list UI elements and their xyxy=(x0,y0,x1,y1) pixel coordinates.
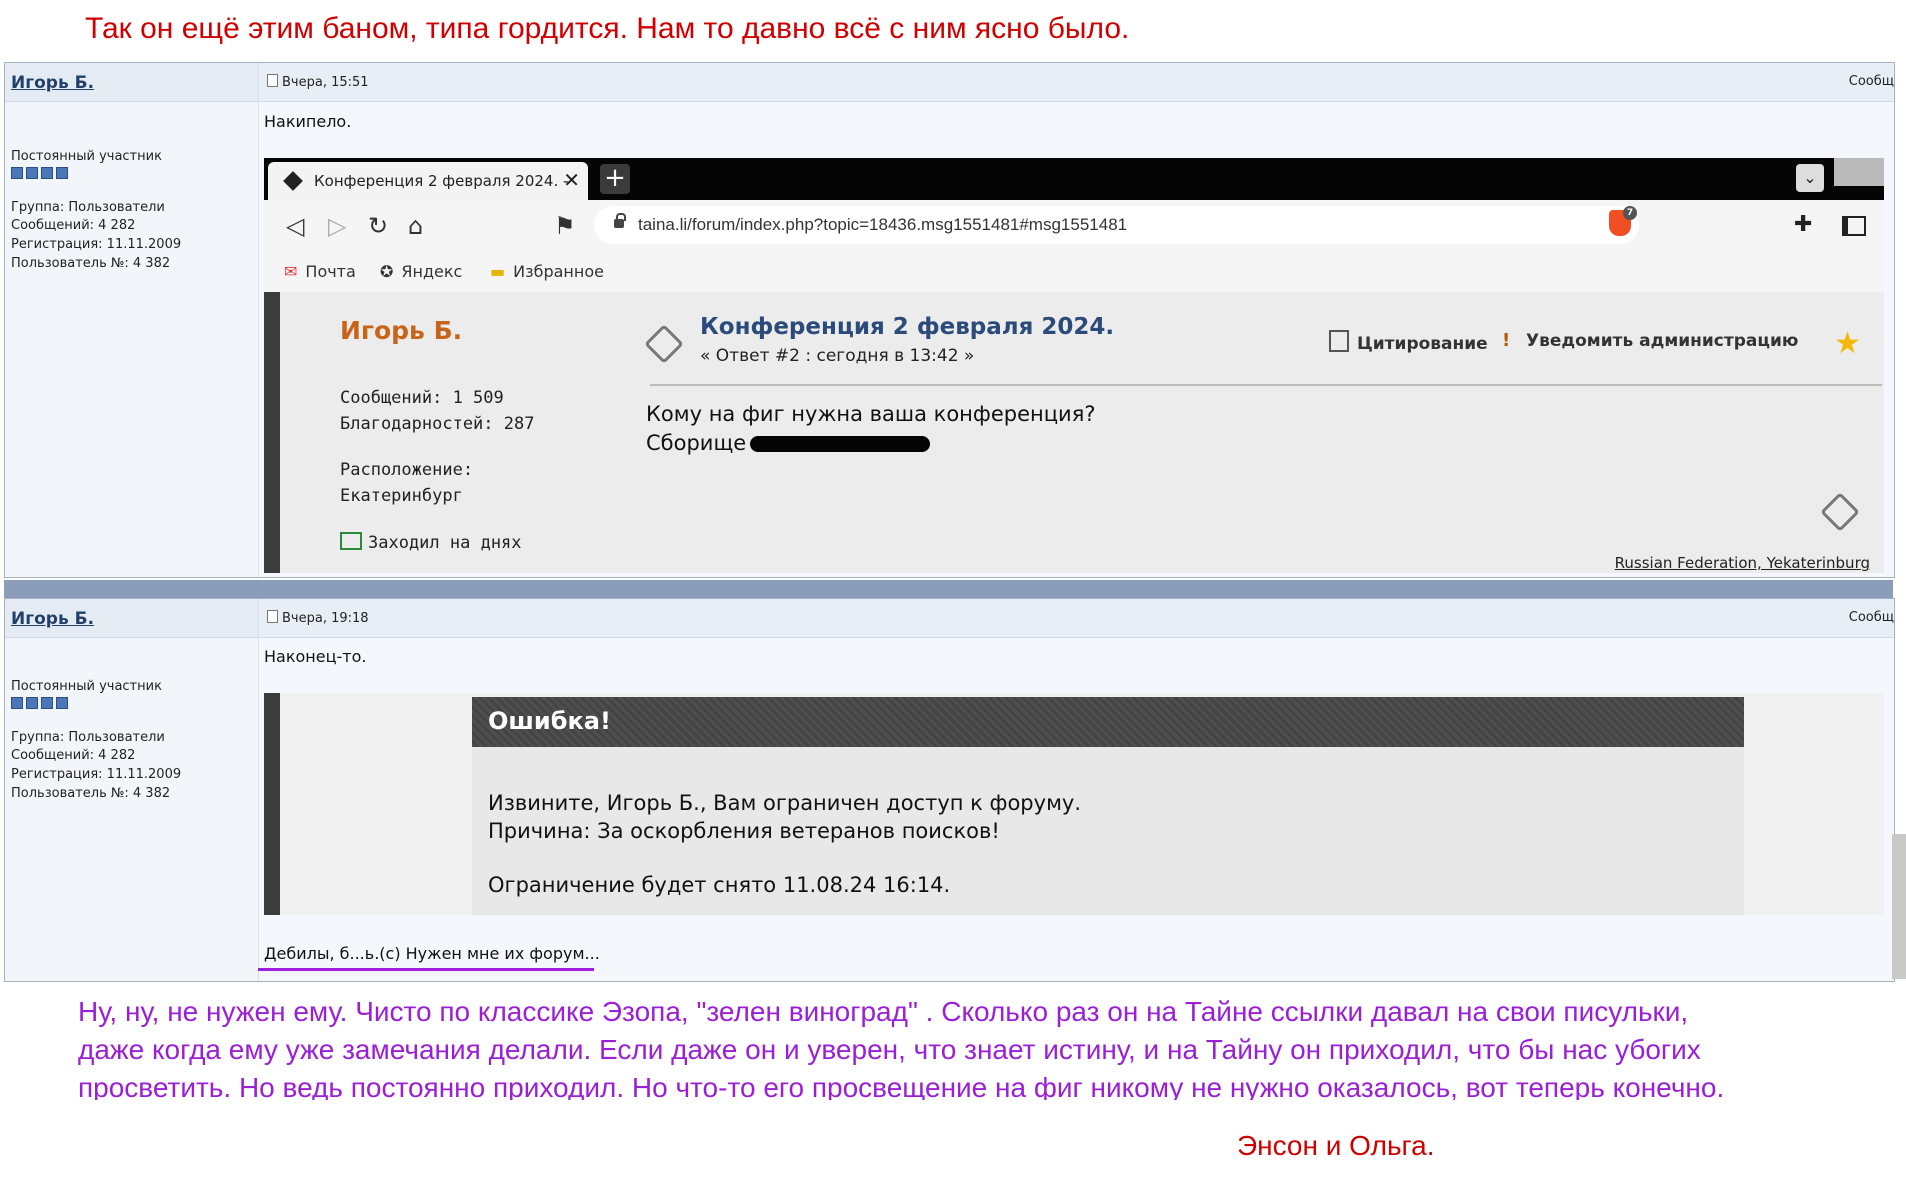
username-link[interactable]: Игорь Б. xyxy=(11,73,94,93)
close-tab-icon[interactable]: ✕ xyxy=(563,168,580,192)
post-text: Накипело. xyxy=(264,112,352,131)
window-controls[interactable] xyxy=(1834,158,1884,186)
forward-icon[interactable]: ▷ xyxy=(328,212,346,240)
user-panel: Игорь Б. Постоянный участник Группа: Пол… xyxy=(5,599,259,981)
topic-title[interactable]: Конференция 2 февраля 2024. xyxy=(700,314,1114,340)
star-icon[interactable]: ★ xyxy=(1834,326,1861,361)
bookmark-label: Почта xyxy=(305,262,356,281)
error-expiry: Ограничение будет снято 11.08.24 16:14. xyxy=(488,873,951,897)
user-rank: Постоянный участник xyxy=(11,149,162,164)
sidebar-panel-icon[interactable] xyxy=(1842,216,1866,236)
rank-pips xyxy=(11,697,68,709)
user-rank: Постоянный участник xyxy=(11,679,162,694)
post-date: Вчера, 15:51 xyxy=(267,74,369,90)
lock-icon xyxy=(614,213,626,228)
browser-toolbar: ◁ ▷ ↻ ⌂ ⚑ taina.li/forum/index.php?topic… xyxy=(264,200,1884,252)
shield-badge: 7 xyxy=(1623,206,1637,220)
bookmark-label: Яндекс xyxy=(401,262,463,281)
page-edge-bar xyxy=(264,693,280,915)
rank-pips xyxy=(11,167,68,179)
user-group: Группа: Пользователи xyxy=(11,730,165,745)
comment-line-1: Ну, ну, не нужен ему. Чисто по классике … xyxy=(78,996,1689,1027)
mail-icon: ✉ xyxy=(284,262,298,281)
user-registered: Регистрация: 11.11.2009 xyxy=(11,767,182,782)
message-link[interactable]: Сообщ xyxy=(1849,74,1894,89)
last-seen: Заходил на днях xyxy=(340,532,522,553)
message-line-2: Сборище xyxy=(646,429,1095,458)
post-text: Наконец-то. xyxy=(264,647,367,666)
site-favicon-icon xyxy=(283,171,303,191)
post-header: Вчера, 19:18 Сообщ xyxy=(259,599,1894,638)
tab-title: Конференция 2 февраля 2024. - xyxy=(314,172,569,190)
bookmark-icon[interactable]: ⚑ xyxy=(554,212,576,240)
post-divider xyxy=(650,384,1882,386)
error-message: Извините, Игорь Б., Вам ограничен доступ… xyxy=(488,791,1082,815)
user-panel: Игорь Б. Постоянный участник Группа: Пол… xyxy=(5,63,259,577)
user-messages: Сообщений: 4 282 xyxy=(11,748,136,763)
url-text: taina.li/forum/index.php?topic=18436.msg… xyxy=(638,215,1128,234)
folder-icon: ▬ xyxy=(490,262,506,281)
yandex-icon: ✪ xyxy=(380,262,394,281)
user-group: Группа: Пользователи xyxy=(11,200,165,215)
post-footer-text: Дебилы, б...ь.(с) Нужен мне их форум... xyxy=(264,944,600,963)
new-tab-icon[interactable]: + xyxy=(600,164,630,194)
post-date: Вчера, 19:18 xyxy=(267,610,369,626)
home-icon[interactable]: ⌂ xyxy=(408,212,423,240)
error-box: Ошибка! Извините, Игорь Б., Вам ограниче… xyxy=(472,697,1744,915)
geo-location[interactable]: Russian Federation, Yekaterinburg xyxy=(1615,554,1870,572)
address-bar[interactable]: taina.li/forum/index.php?topic=18436.msg… xyxy=(594,206,1639,244)
error-reason: Причина: За оскорбления ветеранов поиско… xyxy=(488,819,1000,843)
scrollbar-thumb[interactable] xyxy=(1892,834,1906,979)
tab-list-chevron-icon[interactable]: ⌄ xyxy=(1796,164,1824,192)
embedded-browser-screenshot: Конференция 2 февраля 2024. - ✕ + ⌄ ◁ ▷ … xyxy=(264,158,1884,573)
bookmark-label: Избранное xyxy=(513,262,604,281)
username-link[interactable]: Игорь Б. xyxy=(11,609,94,629)
post-header: Вчера, 15:51 Сообщ xyxy=(259,63,1894,102)
back-icon[interactable]: ◁ xyxy=(286,212,304,240)
embedded-error-screenshot: Ошибка! Извините, Игорь Б., Вам ограниче… xyxy=(264,693,1884,915)
message-link[interactable]: Сообщ xyxy=(1849,610,1894,625)
bookmark-favorites[interactable]: ▬ Избранное xyxy=(490,262,604,281)
author-posts: Сообщений: 1 509 xyxy=(340,388,504,408)
bookmarks-bar: ✉ Почта ✪ Яндекс ▬ Избранное xyxy=(264,252,1884,293)
message-line-1: Кому на фиг нужна ваша конференция? xyxy=(646,402,1096,426)
error-title-bar: Ошибка! xyxy=(472,697,1744,747)
topic-icon xyxy=(644,324,684,364)
extensions-icon[interactable]: ✚ xyxy=(1794,212,1812,237)
bookmark-yandex[interactable]: ✪ Яндекс xyxy=(380,262,462,281)
quote-button[interactable]: Цитирование xyxy=(1329,330,1488,354)
top-caption: Так он ещё этим баном, типа гордится. На… xyxy=(85,12,1130,45)
post-separator xyxy=(4,580,1893,598)
comment-line-2: даже когда ему уже замечания делали. Есл… xyxy=(78,1034,1701,1065)
user-number: Пользователь №: 4 382 xyxy=(11,256,171,271)
brave-shield-icon[interactable]: 7 xyxy=(1609,206,1637,236)
author-location: Екатеринбург xyxy=(340,486,463,506)
message-line-2-text: Сборище xyxy=(646,431,747,455)
user-messages: Сообщений: 4 282 xyxy=(11,218,136,233)
page-edge-bar xyxy=(264,292,280,573)
signature: Энсон и Ольга. xyxy=(1237,1130,1435,1161)
error-title: Ошибка! xyxy=(488,707,611,735)
comment-line-3: просветить. Но ведь постоянно приходил. … xyxy=(78,1072,1725,1100)
report-button[interactable]: Уведомить администрацию xyxy=(1502,330,1798,351)
highlight-underline xyxy=(258,968,594,971)
bookmark-mail[interactable]: ✉ Почта xyxy=(284,262,356,281)
forum-post-view: Игорь Б. Сообщений: 1 509 Благодарностей… xyxy=(264,292,1884,573)
user-number: Пользователь №: 4 382 xyxy=(11,786,171,801)
quoted-message: Кому на фиг нужна ваша конференция? Сбор… xyxy=(646,400,1095,458)
tab-bar: Конференция 2 февраля 2024. - ✕ + ⌄ xyxy=(264,158,1884,200)
author-thanks: Благодарностей: 287 xyxy=(340,414,535,434)
post-author[interactable]: Игорь Б. xyxy=(340,316,462,345)
reply-info: « Ответ #2 : сегодня в 13:42 » xyxy=(700,346,975,366)
user-registered: Регистрация: 11.11.2009 xyxy=(11,237,182,252)
location-label: Расположение: xyxy=(340,460,474,480)
redaction-mark xyxy=(750,436,931,452)
reload-icon[interactable]: ↻ xyxy=(368,212,388,240)
tag-icon xyxy=(1820,492,1860,532)
browser-tab[interactable]: Конференция 2 февраля 2024. - ✕ xyxy=(268,162,588,200)
